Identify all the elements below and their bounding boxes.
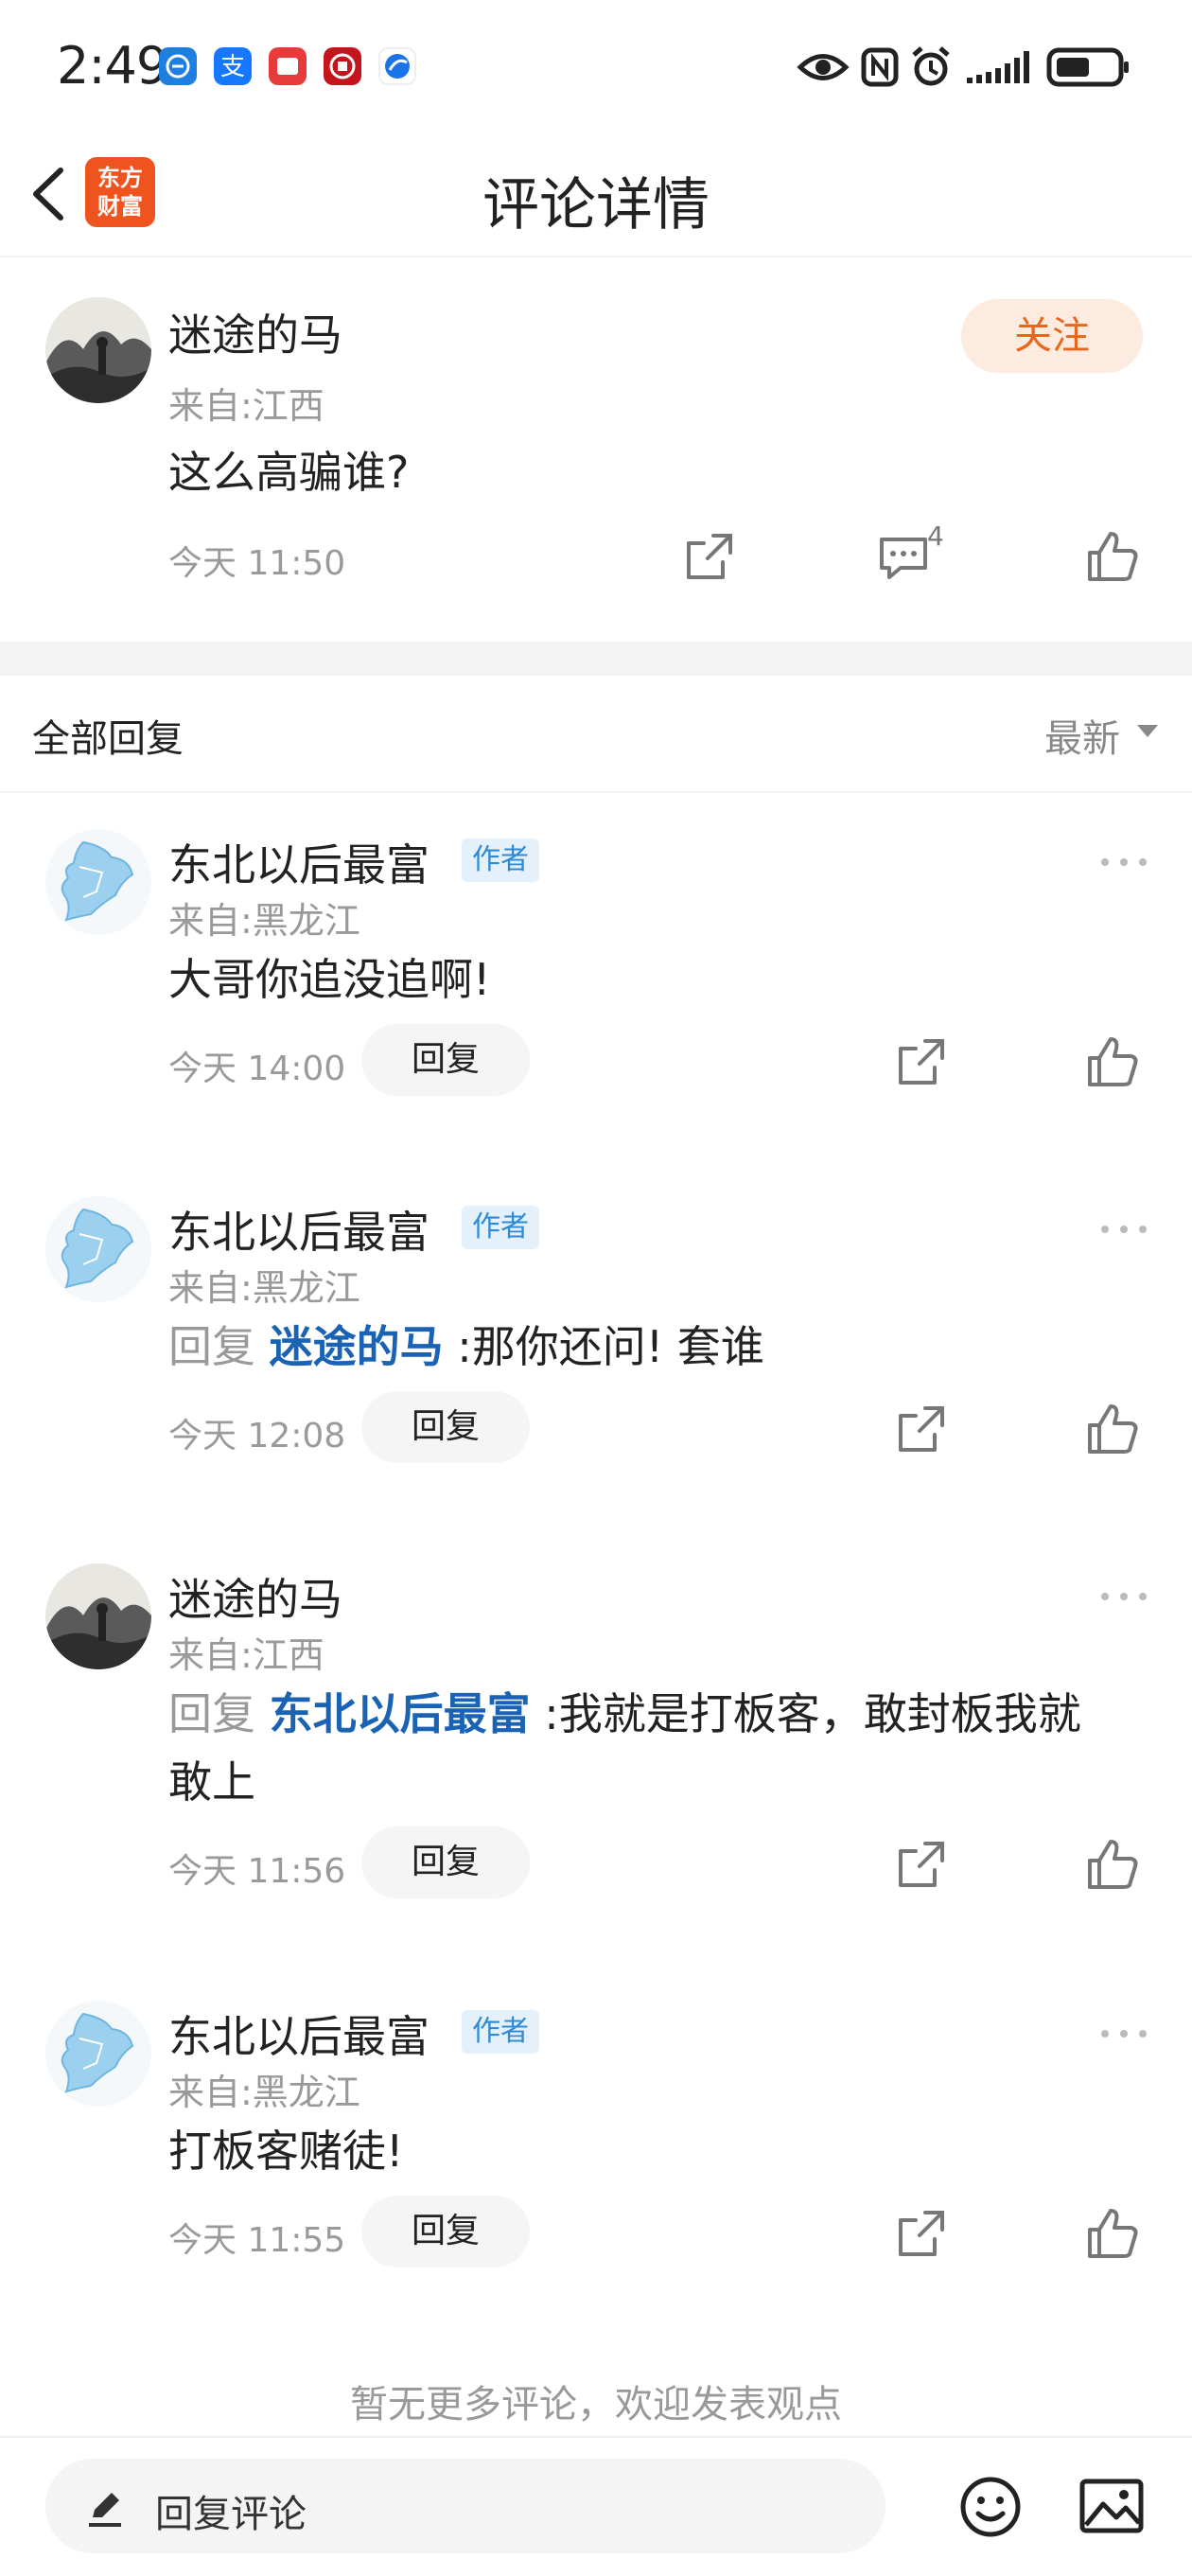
svg-text:支: 支 <box>220 53 245 81</box>
reply-location: 来自:黑龙江 <box>168 1267 360 1309</box>
app-icon-3 <box>269 47 307 85</box>
like-icon[interactable] <box>1084 1836 1141 1893</box>
alarm-icon <box>912 46 950 86</box>
reply-input-placeholder: 回复评论 <box>155 2493 307 2536</box>
reply-content-line2: 敢上 <box>168 1756 255 1808</box>
page-title: 评论详情 <box>482 172 710 238</box>
emoji-icon[interactable] <box>957 2474 1024 2540</box>
reply-content: 打板客赌徒! <box>168 2126 404 2177</box>
reply-time: 今天 11:55 <box>168 2221 346 2260</box>
reply-author-name[interactable]: 东北以后最富 <box>168 831 429 893</box>
bottom-bar: 回复评论 <box>0 2436 1192 2576</box>
mention-link[interactable]: 迷途的马 <box>270 1321 444 1372</box>
more-icon[interactable] <box>1096 1215 1152 1244</box>
reply-content: 回复 迷途的马 :那你还问! 套谁 <box>168 1312 1162 1382</box>
sort-dropdown[interactable]: 最新 <box>1044 708 1120 763</box>
pencil-icon <box>89 2493 121 2527</box>
author-badge: 作者 <box>462 838 539 882</box>
avatar[interactable] <box>45 297 151 403</box>
section-line <box>0 791 1192 793</box>
author-location: 来自:江西 <box>168 385 324 427</box>
reply-author-name[interactable]: 东北以后最富 <box>168 1198 429 1261</box>
reply-location: 来自:黑龙江 <box>168 2072 360 2113</box>
reply-time: 今天 11:56 <box>168 1852 346 1891</box>
avatar[interactable] <box>45 2001 151 2107</box>
reply-time: 今天 14:00 <box>168 1050 346 1088</box>
avatar[interactable] <box>45 1563 151 1669</box>
reply-content: 大哥你追没追啊! <box>168 954 491 1005</box>
share-icon[interactable] <box>681 528 738 585</box>
app-icon-5 <box>378 47 416 85</box>
more-icon[interactable] <box>1096 848 1152 876</box>
reply-author-name[interactable]: 东北以后最富 <box>168 2003 429 2065</box>
author-name[interactable]: 迷途的马 <box>168 301 342 363</box>
reply-content: 回复 东北以后最富 :我就是打板客，敢封板我就 <box>168 1679 1162 1749</box>
reply-location: 来自:江西 <box>168 1634 324 1676</box>
reply-time: 今天 12:08 <box>168 1417 346 1456</box>
reply-prefix: 回复 <box>168 1688 255 1739</box>
avatar[interactable] <box>45 829 151 935</box>
status-time: 2:49 <box>57 36 168 96</box>
comment-content: 这么高骗谁? <box>168 447 410 498</box>
battery-icon <box>1046 47 1129 87</box>
comment-count: 4 <box>927 520 944 552</box>
reply-location: 来自:黑龙江 <box>168 900 360 942</box>
reply-button[interactable]: 回复 <box>361 2196 530 2267</box>
eye-icon <box>797 54 850 80</box>
mention-link[interactable]: 东北以后最富 <box>270 1688 531 1739</box>
share-icon[interactable] <box>893 1836 950 1893</box>
like-icon[interactable] <box>1084 1401 1141 1457</box>
all-replies-title: 全部回复 <box>32 717 184 761</box>
reply-text: :那你还问! 套谁 <box>457 1321 764 1372</box>
section-divider <box>0 642 1192 676</box>
reply-text: :我就是打板客，敢封板我就 <box>544 1688 1081 1739</box>
top-nav-bar: 东方 财富 评论详情 <box>0 132 1192 257</box>
comment-time: 今天 11:50 <box>168 544 346 583</box>
more-icon[interactable] <box>1096 1582 1152 1611</box>
share-icon[interactable] <box>893 2205 950 2262</box>
signal-icon <box>967 51 1029 83</box>
reply-input[interactable]: 回复评论 <box>45 2459 885 2553</box>
no-more-comments-note: 暂无更多评论，欢迎发表观点 <box>350 2383 842 2426</box>
like-icon[interactable] <box>1084 528 1141 585</box>
like-icon[interactable] <box>1084 1033 1141 1090</box>
reply-button[interactable]: 回复 <box>361 1826 530 1898</box>
alipay-icon: 支 <box>214 47 252 85</box>
reply-button[interactable]: 回复 <box>361 1024 530 1096</box>
image-icon[interactable] <box>1078 2476 1145 2538</box>
author-badge: 作者 <box>462 2010 539 2054</box>
reply-button[interactable]: 回复 <box>361 1391 530 1463</box>
author-badge: 作者 <box>462 1206 539 1249</box>
follow-button[interactable]: 关注 <box>961 299 1143 373</box>
comment-icon[interactable] <box>876 528 933 585</box>
reply-author-name[interactable]: 迷途的马 <box>168 1565 342 1628</box>
avatar[interactable] <box>45 1196 151 1302</box>
share-icon[interactable] <box>893 1033 950 1090</box>
app-icon-4 <box>324 47 361 85</box>
status-bar: 2:49 支 <box>0 0 1192 132</box>
like-icon[interactable] <box>1084 2205 1141 2262</box>
more-icon[interactable] <box>1096 2020 1152 2048</box>
share-icon[interactable] <box>893 1401 950 1457</box>
caret-down-icon[interactable] <box>1137 725 1158 737</box>
reply-prefix: 回复 <box>168 1321 255 1372</box>
nfc-icon <box>861 47 899 87</box>
app-icon-1 <box>159 47 197 85</box>
